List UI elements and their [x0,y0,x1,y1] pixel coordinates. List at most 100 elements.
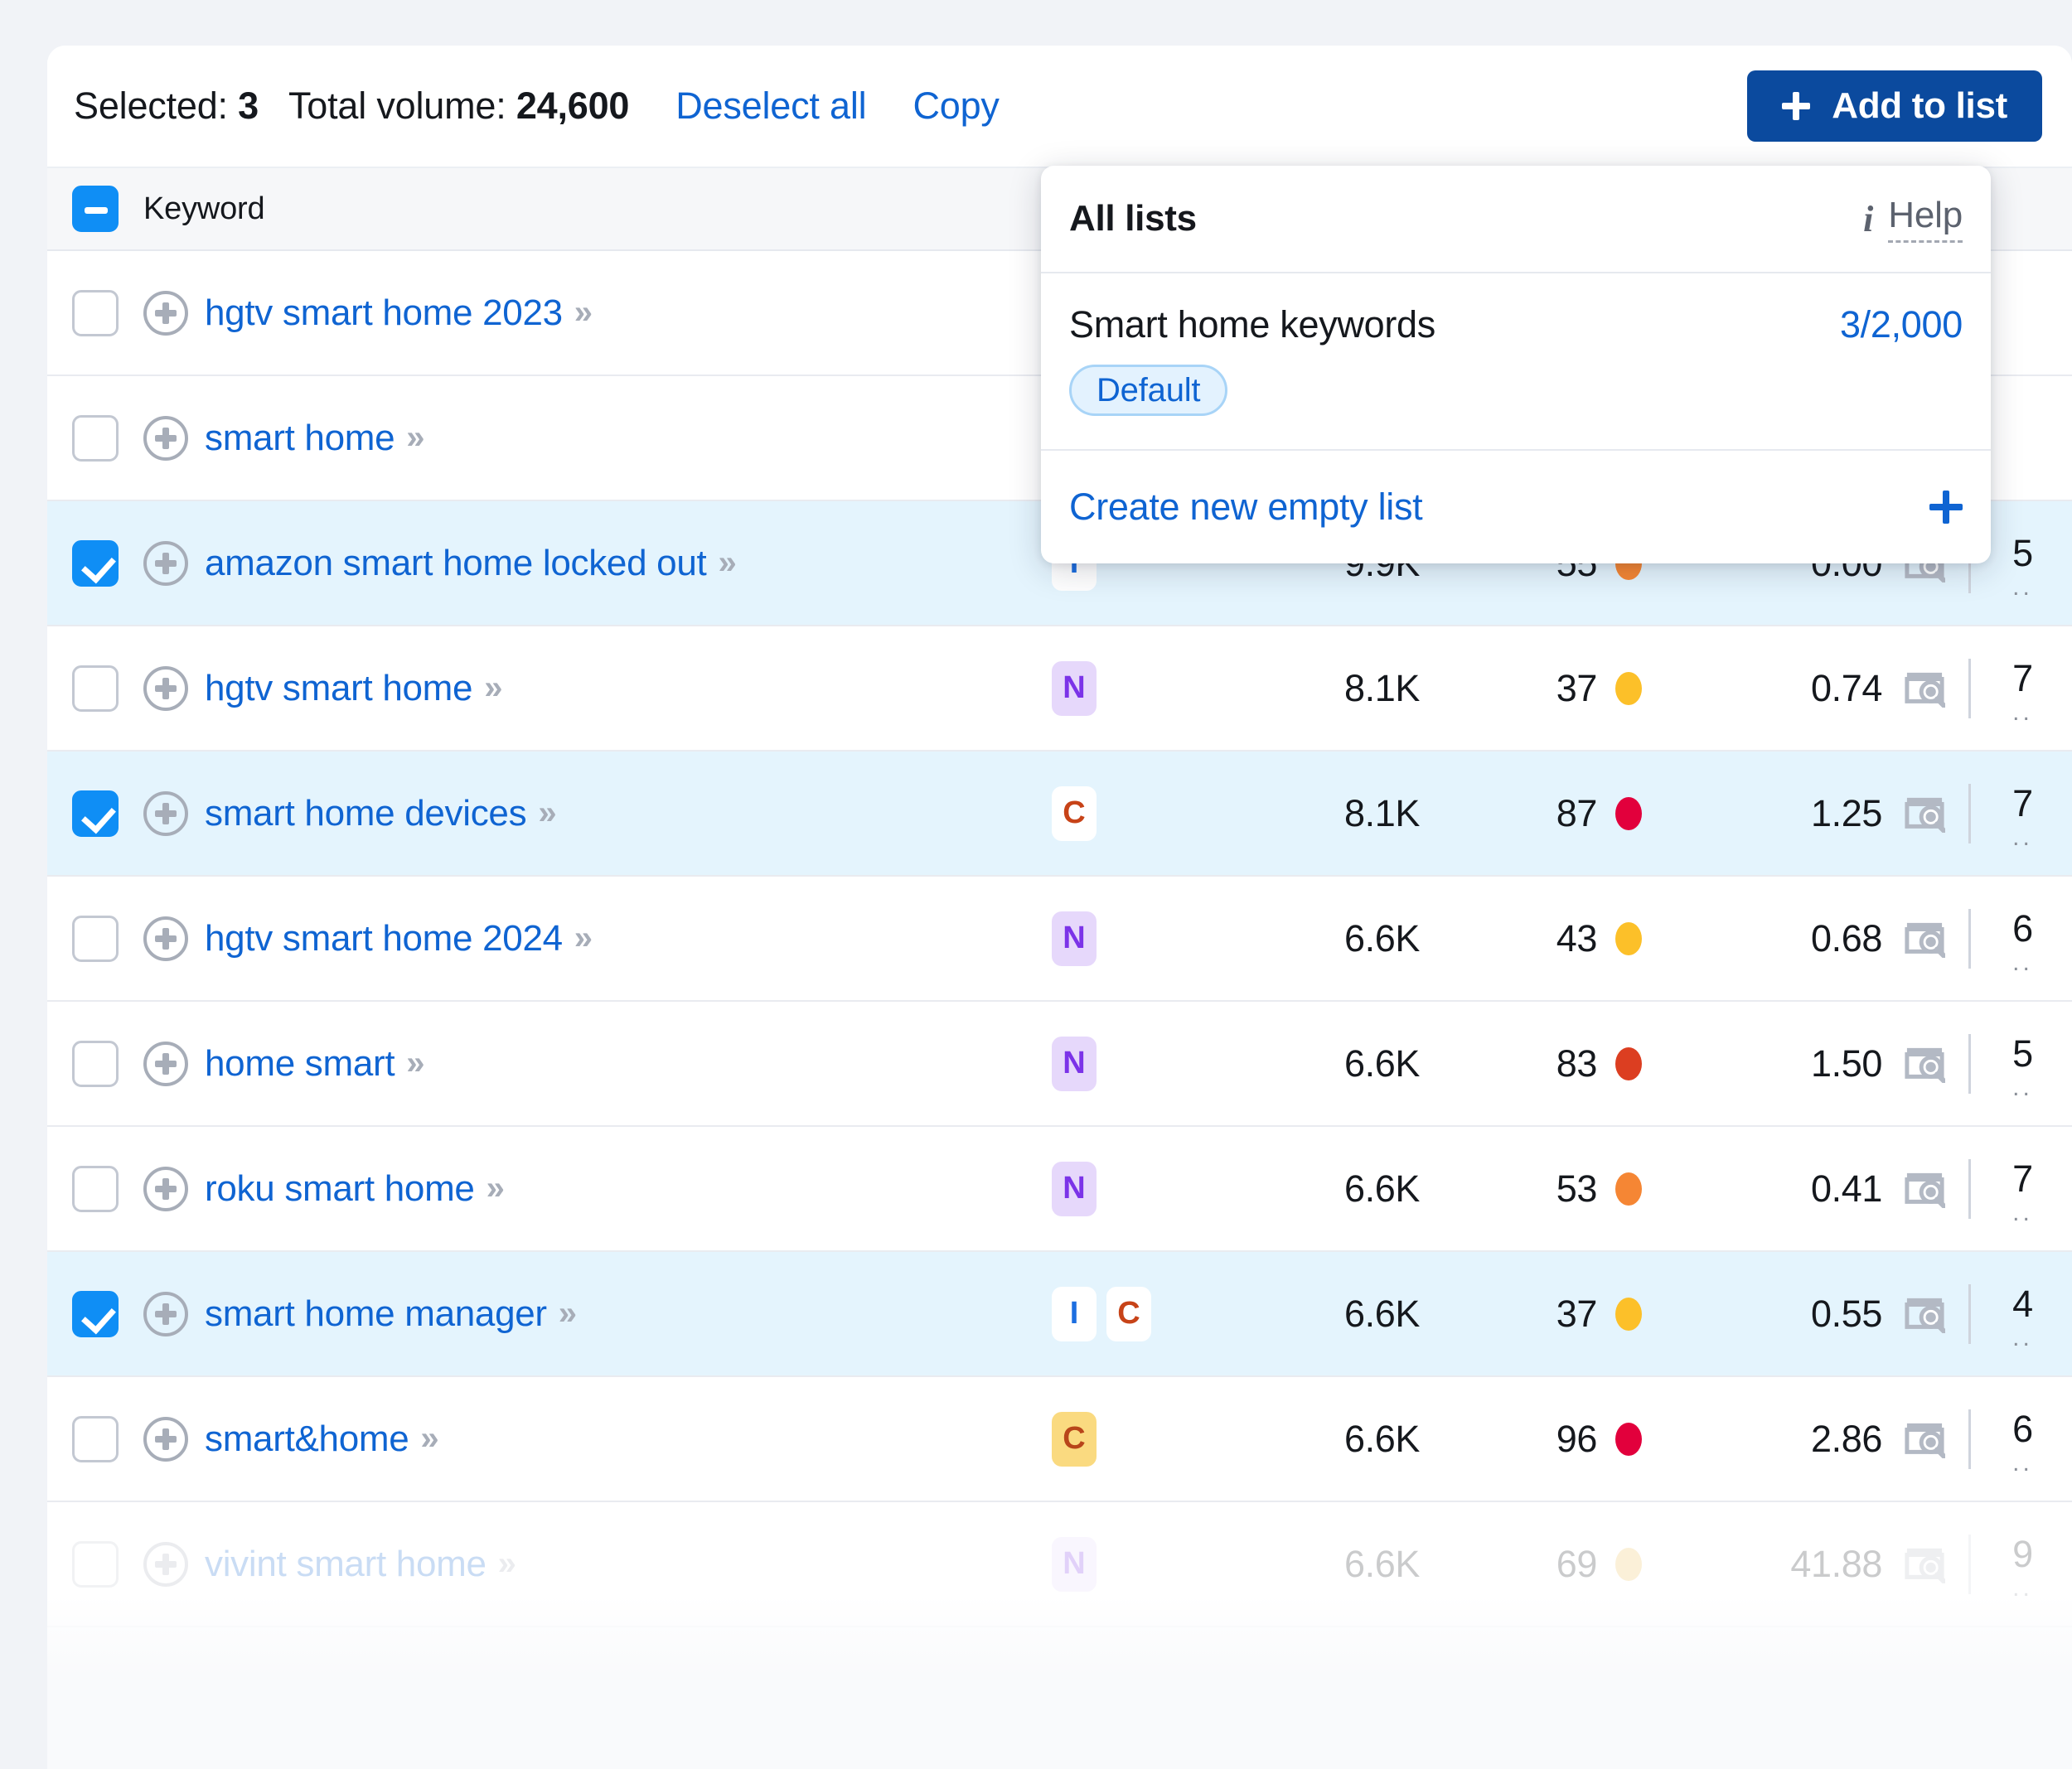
serp-results: 5.. [1994,1032,2052,1095]
add-keyword-icon[interactable] [143,416,188,461]
row-select-cell [47,1291,143,1337]
chevron-double-right-icon[interactable]: » [559,1295,575,1332]
intent-badge[interactable]: C [1106,1287,1151,1341]
keyword-link[interactable]: hgtv smart home [205,668,472,709]
table-row[interactable]: roku smart home»N6.6K530.417.. [47,1127,2072,1252]
row-intent-cell: IC [1047,1287,1196,1341]
keyword-link[interactable]: smart home [205,418,395,459]
intent-badge[interactable]: N [1052,1162,1097,1216]
table-row[interactable]: hgtv smart home»N8.1K370.747.. [47,626,2072,752]
row-intent-cell: C [1047,786,1196,841]
row-intent-cell: N [1047,1537,1196,1592]
cpc-value: 41.88 [1790,1543,1882,1586]
intent-badge[interactable]: I [1052,1287,1097,1341]
add-keyword-icon[interactable] [143,791,188,836]
add-to-list-button[interactable]: Add to list [1747,70,2042,142]
keyword-link[interactable]: hgtv smart home 2023 [205,292,563,334]
row-checkbox[interactable] [72,1541,119,1588]
kd-difficulty-dot [1615,797,1642,830]
add-keyword-icon[interactable] [143,291,188,336]
add-keyword-icon[interactable] [143,1292,188,1336]
row-cpc-cell: 0.55 [1668,1293,1882,1336]
table-row[interactable]: home smart»N6.6K831.505.. [47,1002,2072,1127]
keyword-link[interactable]: home smart [205,1043,395,1085]
kd-value: 43 [1556,917,1597,960]
divider [1968,1535,1971,1594]
help-link[interactable]: Help [1888,195,1963,243]
row-checkbox[interactable] [72,540,119,587]
chevron-double-right-icon[interactable]: » [487,1170,503,1207]
table-row[interactable]: smart&home»C6.6K962.866.. [47,1377,2072,1502]
row-keyword-cell: hgtv smart home 2023 » [143,291,1047,336]
add-keyword-icon[interactable] [143,541,188,586]
keyword-link[interactable]: smart home manager [205,1293,547,1335]
serp-icon [1904,1045,1945,1083]
chevron-double-right-icon[interactable]: » [484,669,501,707]
row-checkbox[interactable] [72,1166,119,1212]
row-cpc-cell: 0.41 [1668,1167,1882,1211]
intent-badge[interactable]: N [1052,1537,1097,1592]
kd-difficulty-dot [1615,1298,1642,1331]
deselect-all-button[interactable]: Deselect all [675,85,866,128]
intent-badge[interactable]: N [1052,661,1097,716]
row-checkbox[interactable] [72,665,119,712]
row-checkbox[interactable] [72,415,119,462]
row-checkbox[interactable] [72,1416,119,1462]
results-value: 7 [2012,1158,2033,1201]
volume-value: 6.6K [1344,1042,1420,1085]
chevron-double-right-icon[interactable]: » [498,1545,515,1583]
keyword-link[interactable]: vivint smart home [205,1544,487,1585]
add-keyword-icon[interactable] [143,1417,188,1462]
chevron-double-right-icon[interactable]: » [718,544,734,582]
keyword-link[interactable]: smart home devices [205,793,526,834]
row-checkbox[interactable] [72,1041,119,1087]
divider [1968,1034,1971,1094]
add-keyword-icon[interactable] [143,1542,188,1587]
intent-badge[interactable]: N [1052,911,1097,966]
row-checkbox[interactable] [72,916,119,962]
table-row[interactable]: smart home devices»C8.1K871.257.. [47,752,2072,877]
serp-icon [1904,1170,1945,1208]
keyword-link[interactable]: roku smart home [205,1168,475,1210]
kd-difficulty-dot [1615,672,1642,705]
row-cpc-cell: 0.74 [1668,667,1882,710]
intent-badge[interactable]: C [1052,1412,1097,1467]
chevron-double-right-icon[interactable]: » [574,920,591,957]
intent-badge[interactable]: N [1052,1037,1097,1091]
intent-badge[interactable]: C [1052,786,1097,841]
row-volume-cell: 6.6K [1196,1543,1428,1586]
row-checkbox[interactable] [72,290,119,336]
row-serp-cell: 6.. [1882,907,2072,970]
select-all-checkbox[interactable] [72,186,119,232]
list-item[interactable]: Smart home keywords 3/2,000 Default [1041,273,1991,451]
row-intent-cell: N [1047,1037,1196,1091]
row-kd-cell: 37 [1428,1293,1668,1336]
chevron-double-right-icon[interactable]: » [406,419,423,457]
add-keyword-icon[interactable] [143,1042,188,1086]
chevron-double-right-icon[interactable]: » [538,795,554,832]
add-keyword-icon[interactable] [143,916,188,961]
row-intent-cell: N [1047,1162,1196,1216]
serp-icon [1904,920,1945,958]
create-new-list-button[interactable]: Create new empty list [1041,451,1991,563]
add-keyword-icon[interactable] [143,1167,188,1211]
keyword-link[interactable]: smart&home [205,1419,409,1460]
row-kd-cell: 37 [1428,667,1668,710]
copy-button[interactable]: Copy [913,85,999,128]
add-keyword-icon[interactable] [143,666,188,711]
keyword-link[interactable]: hgtv smart home 2024 [205,918,563,959]
table-row[interactable]: smart home manager»IC6.6K370.554.. [47,1252,2072,1377]
row-checkbox[interactable] [72,1291,119,1337]
chevron-double-right-icon[interactable]: » [406,1045,423,1082]
row-volume-cell: 8.1K [1196,792,1428,835]
row-select-cell [47,1166,143,1212]
chevron-double-right-icon[interactable]: » [574,294,591,331]
keyword-link[interactable]: amazon smart home locked out [205,543,706,584]
row-checkbox[interactable] [72,790,119,837]
row-select-cell [47,1041,143,1087]
row-keyword-cell: hgtv smart home 2024 » [143,916,1047,961]
chevron-double-right-icon[interactable]: » [420,1420,437,1457]
serp-results: 6.. [1994,907,2052,970]
table-row[interactable]: vivint smart home»N6.6K6941.889.. [47,1502,2072,1627]
table-row[interactable]: hgtv smart home 2024»N6.6K430.686.. [47,877,2072,1002]
